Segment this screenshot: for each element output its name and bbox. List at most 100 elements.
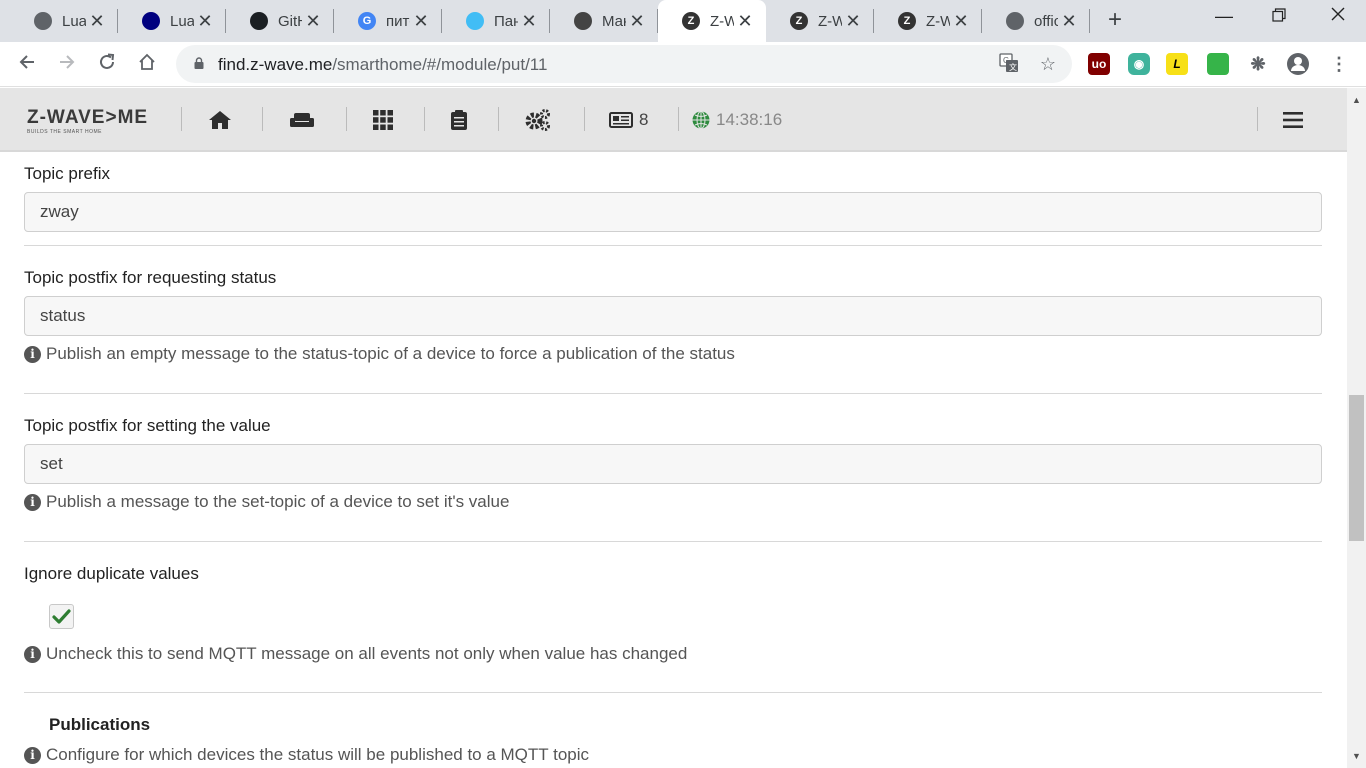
home-assistant-icon	[466, 12, 484, 30]
notification-count: 8	[639, 110, 649, 129]
publications-title: Publications	[49, 715, 151, 734]
info-icon: i	[24, 746, 41, 764]
extension-l-icon[interactable]: L	[1166, 53, 1188, 75]
scroll-down-arrow[interactable]: ▼	[1347, 748, 1366, 764]
profile-avatar-icon[interactable]	[1287, 53, 1309, 75]
ignore-duplicates-label: Ignore duplicate values	[24, 564, 199, 583]
divider	[24, 692, 1322, 693]
reload-button[interactable]	[94, 52, 120, 78]
status-postfix-help-text: Publish an empty message to the status-t…	[46, 344, 735, 363]
status-postfix-input[interactable]	[24, 296, 1322, 336]
nav-elements-button[interactable]	[373, 108, 393, 132]
zwave-icon: Z	[682, 12, 700, 30]
browser-menu-icon[interactable]: ⋮	[1328, 53, 1350, 75]
set-postfix-label: Topic postfix for setting the value	[24, 416, 271, 435]
header-separator	[424, 107, 425, 131]
page-scrollbar[interactable]: ▲ ▼	[1347, 88, 1366, 768]
nav-events-button[interactable]	[451, 108, 467, 132]
scroll-up-arrow[interactable]: ▲	[1347, 92, 1366, 108]
svg-text:文: 文	[1009, 62, 1017, 72]
set-postfix-help: i Publish a message to the set-topic of …	[24, 492, 509, 512]
extension-robot-icon[interactable]: ◉	[1128, 53, 1150, 75]
browser-toolbar: find.z-wave.me/smarthome/#/module/put/11…	[0, 42, 1366, 87]
logo-text: Z-WAVE>ME	[27, 107, 149, 128]
browser-tab[interactable]: Lua ✕	[118, 0, 226, 42]
set-postfix-input[interactable]	[24, 444, 1322, 484]
scroll-thumb[interactable]	[1349, 395, 1364, 541]
lua-logo-icon	[142, 12, 160, 30]
arrow-left-icon	[19, 55, 34, 69]
tab-title: Пан	[494, 12, 518, 30]
module-settings-form: Topic prefix Topic postfix for requestin…	[0, 154, 1347, 768]
nav-settings-button[interactable]	[525, 108, 551, 132]
tab-close-icon[interactable]: ✕	[412, 12, 430, 30]
tab-title: питс	[386, 12, 410, 30]
address-bar[interactable]: find.z-wave.me/smarthome/#/module/put/11…	[176, 45, 1072, 83]
github-icon	[250, 12, 268, 30]
tab-close-icon[interactable]: ✕	[520, 12, 538, 30]
browser-tab[interactable]: Z Z-W ✕	[766, 0, 874, 42]
zwave-icon: Z	[790, 12, 808, 30]
tab-title: GitH	[278, 12, 302, 30]
browser-tab[interactable]: Z Z-W ✕	[658, 0, 766, 42]
main-menu-button[interactable]	[1283, 108, 1303, 132]
status-postfix-label: Topic postfix for requesting status	[24, 268, 277, 287]
ignore-duplicates-help: i Uncheck this to send MQTT message on a…	[24, 644, 687, 664]
back-button[interactable]	[14, 52, 40, 78]
header-separator	[262, 107, 263, 131]
nav-home-button[interactable]	[208, 108, 232, 132]
url-path: /smarthome/#/module/put/11	[332, 55, 548, 74]
url-text: find.z-wave.me/smarthome/#/module/put/11	[218, 55, 547, 75]
arrow-right-icon	[60, 55, 75, 69]
home-button[interactable]	[134, 52, 160, 78]
tab-close-icon[interactable]: ✕	[952, 12, 970, 30]
tab-close-icon[interactable]: ✕	[628, 12, 646, 30]
forward-button[interactable]	[54, 52, 80, 78]
info-icon: i	[24, 345, 41, 363]
restore-button[interactable]	[1259, 6, 1299, 32]
tab-close-icon[interactable]: ✕	[1060, 12, 1078, 30]
nav-rooms-button[interactable]	[289, 108, 315, 132]
bookmark-star-icon[interactable]: ☆	[1037, 53, 1059, 75]
browser-tab[interactable]: GitH✕	[226, 0, 334, 42]
translate-icon[interactable]: G文	[998, 53, 1020, 75]
clock-text: 14:38:16	[716, 110, 783, 129]
browser-tab-strip: LuaS✕Lua✕GitH✕Gпитс✕Пан✕Мак✕ZZ-W✕ZZ-W✕ZZ…	[0, 0, 1366, 42]
browser-tab[interactable]: Пан ✕	[442, 0, 550, 42]
topic-prefix-input[interactable]	[24, 192, 1322, 232]
header-separator	[181, 107, 182, 131]
checkmark-icon	[52, 609, 71, 624]
browser-tab[interactable]: Мак✕	[550, 0, 658, 42]
minimize-button[interactable]: —	[1204, 6, 1244, 32]
mascot-icon	[574, 12, 592, 30]
tab-title: Lua	[170, 12, 194, 30]
close-window-button[interactable]	[1318, 6, 1358, 32]
header-separator	[498, 107, 499, 131]
tab-close-icon[interactable]: ✕	[88, 12, 106, 30]
tab-close-icon[interactable]: ✕	[196, 12, 214, 30]
browser-tab[interactable]: Z Z-W ✕	[874, 0, 982, 42]
globe-icon	[692, 111, 710, 129]
nav-notifications-button[interactable]: 8	[609, 108, 648, 132]
ignore-duplicates-checkbox[interactable]	[49, 604, 74, 629]
extension-sheets-icon[interactable]	[1207, 53, 1229, 75]
ublock-icon[interactable]: uo	[1088, 53, 1110, 75]
globe-icon	[34, 12, 52, 30]
set-postfix-help-text: Publish a message to the set-topic of a …	[46, 492, 510, 511]
tab-close-icon[interactable]: ✕	[304, 12, 322, 30]
gears-icon	[525, 109, 550, 131]
header-separator	[678, 107, 679, 131]
browser-tab[interactable]: LuaS✕	[10, 0, 118, 42]
publications-help-text: Configure for which devices the status w…	[46, 745, 590, 764]
globe-icon	[1006, 12, 1024, 30]
tab-close-icon[interactable]: ✕	[844, 12, 862, 30]
extensions-puzzle-icon[interactable]: ❋	[1247, 53, 1269, 75]
grid-icon	[373, 110, 393, 130]
new-tab-button[interactable]: +	[1102, 8, 1128, 33]
browser-tab[interactable]: Gпитс✕	[334, 0, 442, 42]
info-icon: i	[24, 493, 41, 511]
zwave-logo[interactable]: Z-WAVE>ME BUILDS THE SMART HOME	[27, 107, 149, 136]
google-icon: G	[358, 12, 376, 30]
browser-tab[interactable]: offic ✕	[982, 0, 1090, 42]
tab-close-icon[interactable]: ✕	[736, 12, 754, 30]
